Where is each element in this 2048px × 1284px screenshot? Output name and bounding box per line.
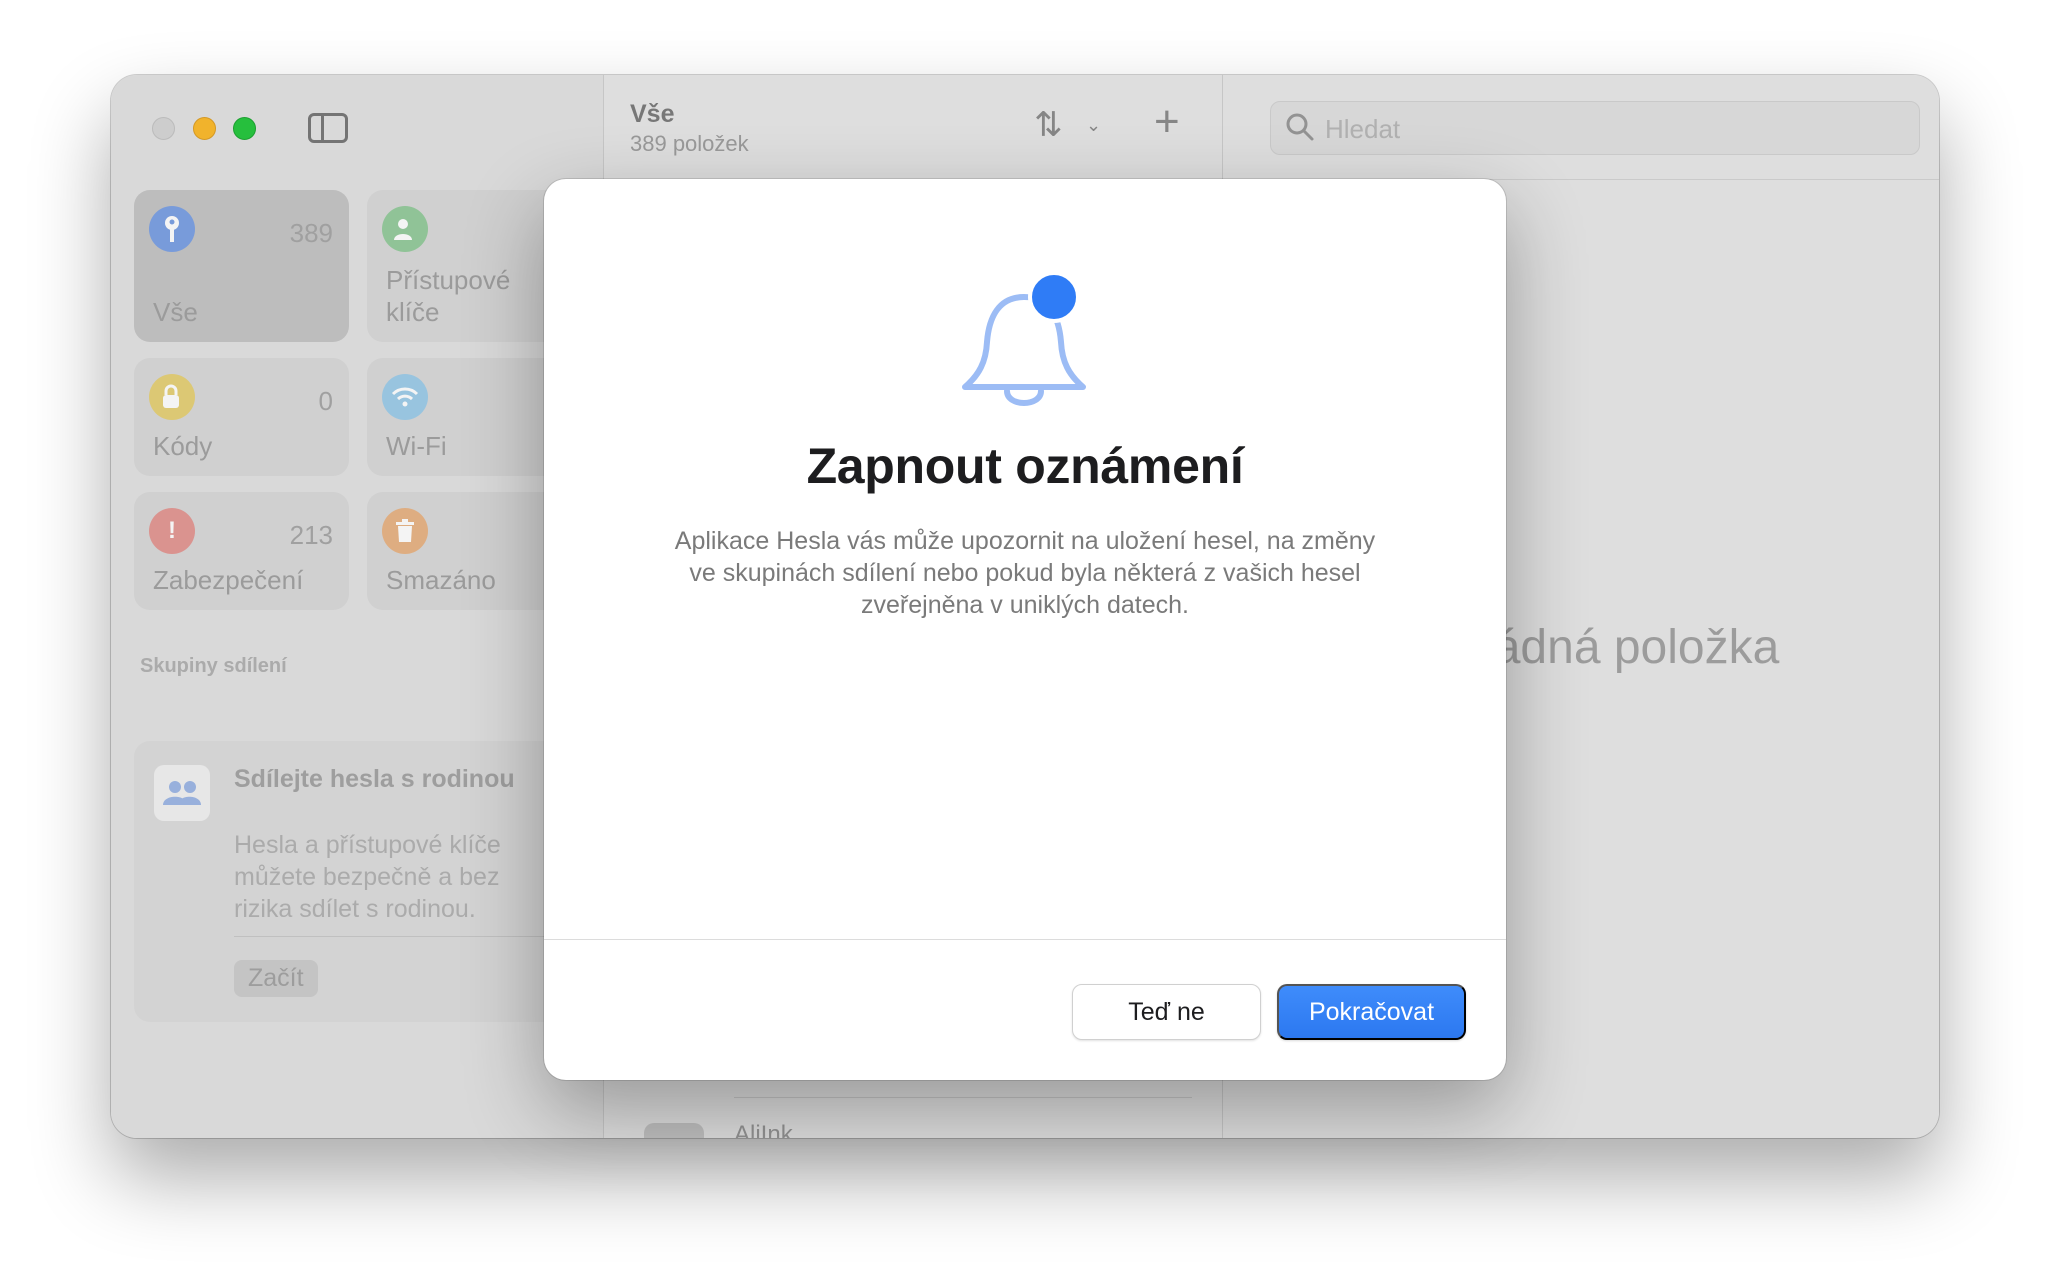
not-now-button[interactable]: Teď ne (1072, 984, 1261, 1040)
sheet-title: Zapnout oznámení (806, 438, 1244, 494)
sheet-description: Aplikace Hesla vás může upozornit na ulo… (674, 527, 1376, 619)
notifications-sheet: Zapnout oznámení Aplikace Hesla vás může… (544, 179, 1506, 1080)
continue-button[interactable]: Pokračovat (1277, 984, 1466, 1040)
sheet-divider (544, 939, 1506, 940)
bell-icon (962, 271, 1086, 406)
